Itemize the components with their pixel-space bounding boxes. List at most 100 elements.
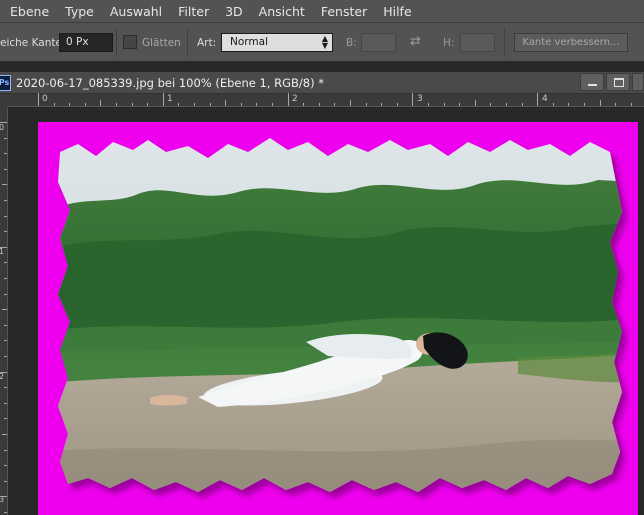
ruler-tick xyxy=(4,200,7,201)
separator xyxy=(116,29,117,57)
ruler-tick xyxy=(0,496,7,498)
menu-fenster[interactable]: Fenster xyxy=(321,4,367,19)
ruler-tick xyxy=(0,371,7,373)
ruler-label: 0 xyxy=(42,94,48,104)
ruler-tick xyxy=(0,122,7,123)
ruler-tick xyxy=(4,168,7,170)
photoshop-logo-icon: Ps xyxy=(0,75,11,91)
ruler-tick xyxy=(287,93,289,106)
ruler-tick xyxy=(84,103,86,106)
ruler-tick xyxy=(303,103,305,106)
menu-type[interactable]: Type xyxy=(65,4,94,19)
ruler-tick xyxy=(178,103,180,106)
ruler-tick xyxy=(4,449,7,451)
ruler-tick xyxy=(4,465,7,467)
width-label: B: xyxy=(346,37,357,49)
ruler-corner xyxy=(0,94,8,107)
ruler-tick xyxy=(4,356,7,357)
ruler-tick xyxy=(537,93,539,106)
ruler-tick xyxy=(4,215,7,217)
swap-arrows-icon[interactable]: ⇄ xyxy=(410,34,421,49)
document-tab-bar: Ps 2020-06-17_085339.jpg bei 100% (Ebene… xyxy=(0,72,644,94)
document-tab-title[interactable]: 2020-06-17_085339.jpg bei 100% (Ebene 1,… xyxy=(16,76,324,90)
ruler-tick xyxy=(69,103,71,106)
options-bar: eiche Kante: 0 Px Glätten Art: Normal ▲ ▼… xyxy=(0,22,644,62)
height-input[interactable] xyxy=(460,33,495,52)
separator xyxy=(187,29,188,57)
ruler-tick xyxy=(474,100,476,106)
ruler-tick xyxy=(4,480,7,482)
ruler-tick xyxy=(4,324,7,326)
ruler-tick xyxy=(4,418,7,420)
ruler-tick xyxy=(4,137,7,139)
ruler-tick xyxy=(568,103,570,106)
ruler-tick xyxy=(490,103,492,106)
ruler-tick xyxy=(225,100,227,106)
style-select-value: Normal xyxy=(230,36,268,48)
menu-bar: Ebene Type Auswahl Filter 3D Ansicht Fen… xyxy=(0,0,644,22)
ruler-tick xyxy=(4,387,7,389)
height-label: H: xyxy=(443,37,455,49)
close-button[interactable] xyxy=(632,73,644,91)
maximize-button[interactable] xyxy=(606,73,630,91)
ruler-tick xyxy=(552,103,554,106)
ruler-tick xyxy=(428,103,429,106)
ruler-tick xyxy=(459,103,461,106)
ruler-tick xyxy=(615,103,617,106)
ruler-tick xyxy=(4,262,7,264)
horizontal-ruler[interactable]: 0 1 2 3 4 xyxy=(8,93,644,107)
ruler-tick xyxy=(4,231,7,233)
ruler-tick xyxy=(100,100,102,106)
ruler-label: 2 xyxy=(292,94,298,104)
menu-auswahl[interactable]: Auswahl xyxy=(110,4,162,19)
ruler-tick xyxy=(365,103,367,106)
feather-label: eiche Kante: xyxy=(0,37,66,49)
menu-hilfe[interactable]: Hilfe xyxy=(383,4,411,19)
ruler-tick xyxy=(4,153,7,155)
menu-filter[interactable]: Filter xyxy=(178,4,209,19)
ruler-label: 2 xyxy=(0,372,5,381)
feather-input[interactable]: 0 Px xyxy=(59,33,113,52)
ruler-tick xyxy=(334,103,336,106)
ruler-tick xyxy=(630,103,632,106)
smooth-label: Glätten xyxy=(142,37,181,49)
photo-with-torn-edge xyxy=(58,138,627,498)
ruler-tick xyxy=(412,93,414,106)
minimize-icon xyxy=(588,84,597,86)
refine-edge-button[interactable]: Kante verbessern... xyxy=(514,33,628,52)
ruler-tick xyxy=(131,103,133,106)
ruler-tick xyxy=(256,103,258,106)
ruler-tick xyxy=(2,434,7,435)
ruler-tick xyxy=(0,246,7,248)
minimize-button[interactable] xyxy=(580,73,604,91)
ruler-tick xyxy=(4,278,7,279)
menu-ebene[interactable]: Ebene xyxy=(10,4,49,19)
ruler-tick xyxy=(272,103,273,106)
ruler-tick xyxy=(209,103,211,106)
ruler-tick xyxy=(53,103,55,106)
chevron-updown-icon: ▲ ▼ xyxy=(321,34,328,50)
menu-ansicht[interactable]: Ansicht xyxy=(259,4,305,19)
ruler-label: 1 xyxy=(0,247,5,256)
style-select[interactable]: Normal ▲ ▼ xyxy=(221,33,333,52)
ruler-tick xyxy=(506,103,507,106)
ruler-tick xyxy=(599,100,601,106)
style-label: Art: xyxy=(197,37,217,49)
ruler-tick xyxy=(318,103,320,106)
ruler-tick xyxy=(147,103,149,106)
panel-gap xyxy=(0,62,644,72)
ruler-tick xyxy=(521,103,523,106)
vertical-ruler[interactable]: 0 1 2 3 xyxy=(0,107,8,515)
smooth-checkbox[interactable] xyxy=(123,35,137,49)
ruler-label: 0 xyxy=(0,123,5,132)
ruler-tick xyxy=(4,340,7,342)
width-input[interactable] xyxy=(361,33,396,52)
ruler-tick xyxy=(240,103,242,106)
maximize-icon xyxy=(614,78,624,87)
document-canvas[interactable] xyxy=(38,122,638,515)
ruler-tick xyxy=(584,103,585,106)
ruler-label: 3 xyxy=(417,94,423,104)
ruler-tick xyxy=(396,103,398,106)
menu-3d[interactable]: 3D xyxy=(225,4,243,19)
ruler-tick xyxy=(162,93,164,106)
